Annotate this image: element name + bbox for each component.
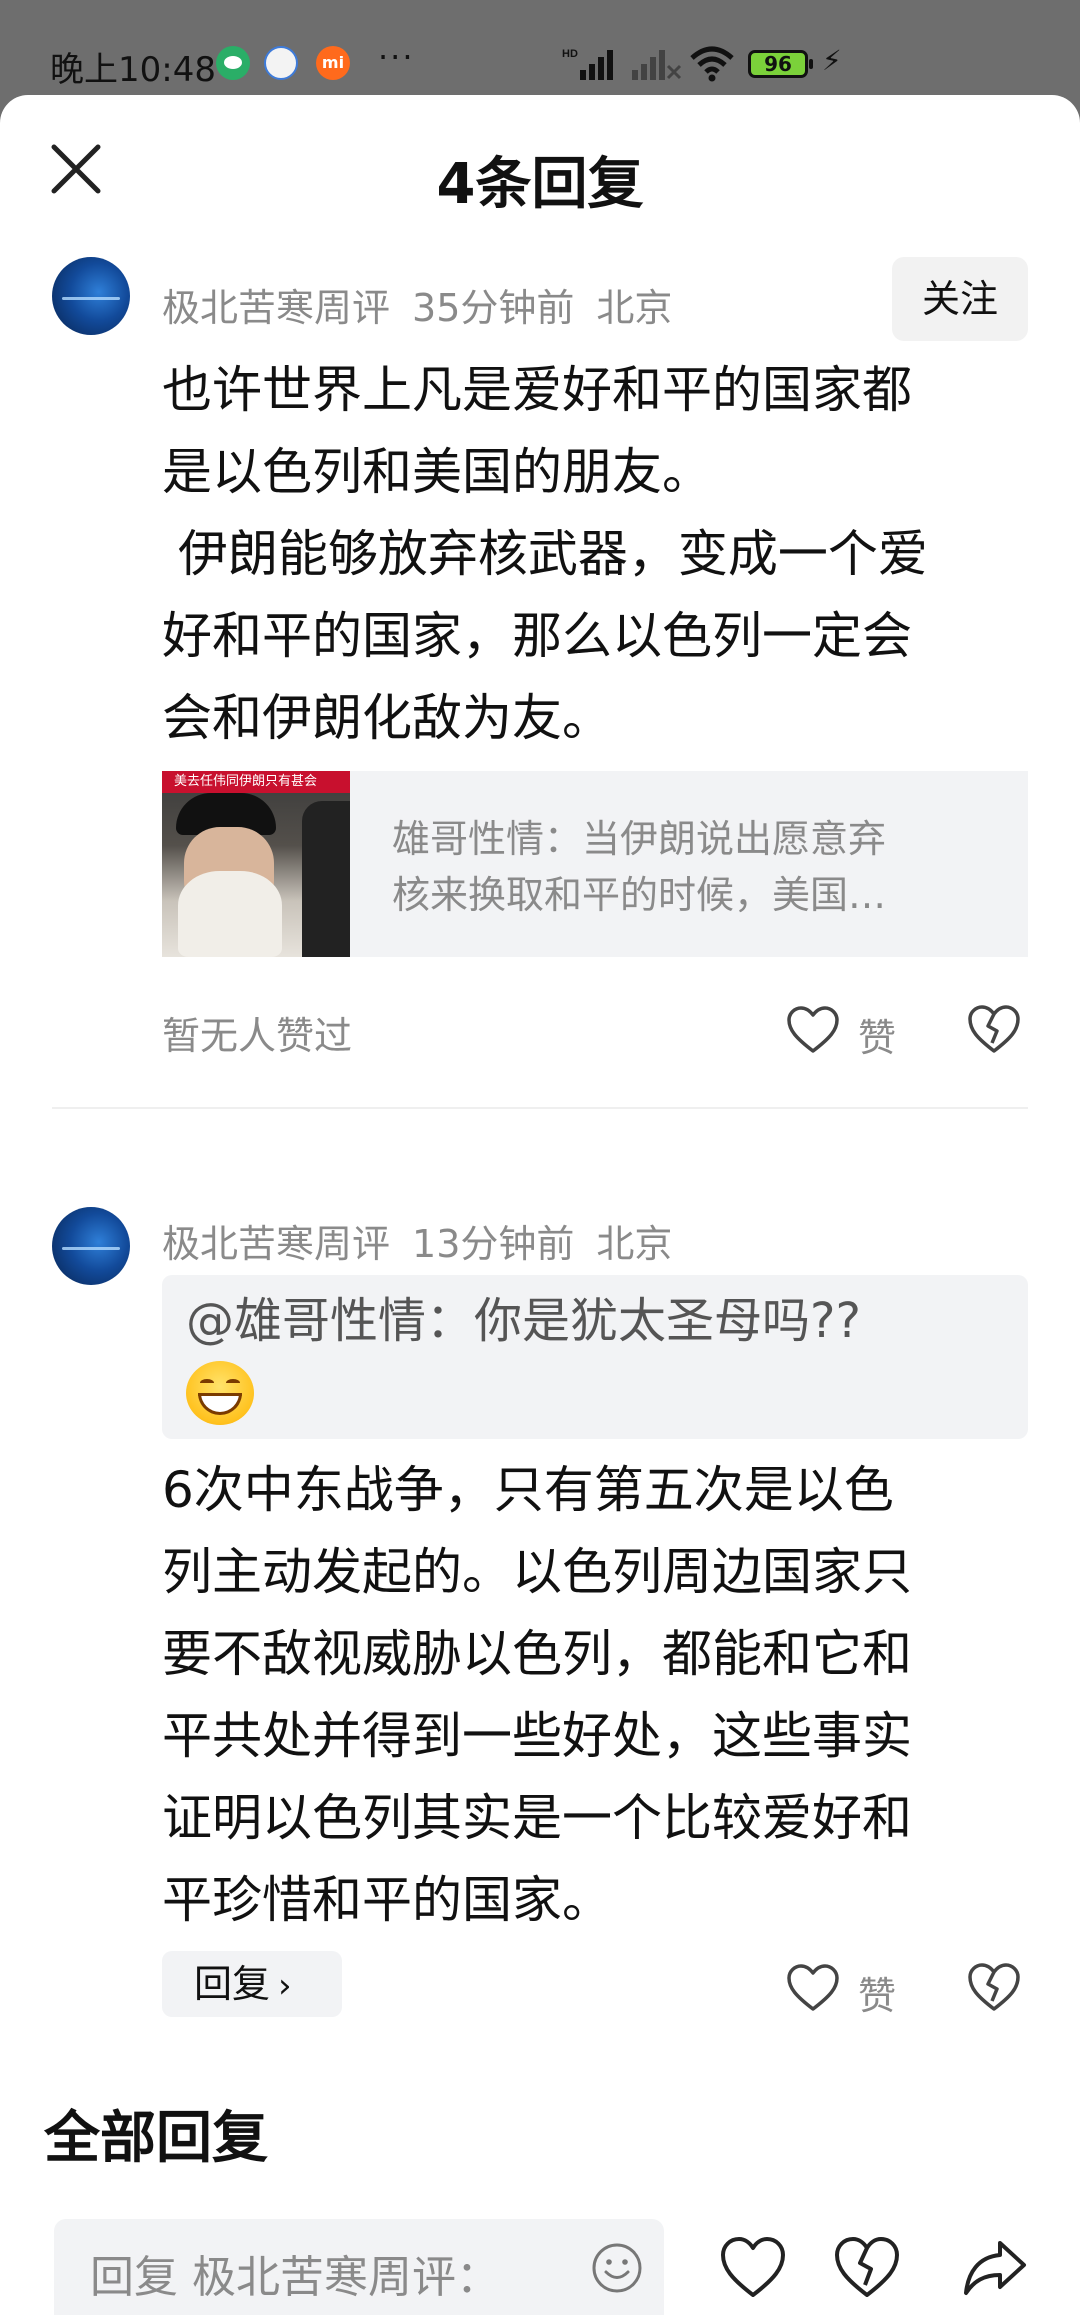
reply-button[interactable]: 回复 › (162, 1951, 342, 2017)
like-label: 赞 (858, 1016, 897, 1060)
replies-sheet: 4条回复 极北苦寒周评 35分钟前 北京 关注 也许世界上凡是爱好和平的国家都 是以… (0, 95, 1080, 2320)
broken-heart-icon[interactable] (966, 1959, 1022, 2015)
all-replies-heading: 全部回复 (44, 2106, 268, 2171)
chevron-right-icon: › (278, 1966, 292, 2006)
comment-time: 35分钟前 (412, 286, 575, 330)
quoted-reply-text: @雄哥性情：你是犹太圣母吗?? (186, 1293, 861, 1349)
author-name[interactable]: 极北苦寒周评 (162, 286, 390, 330)
comment-meta: 极北苦寒周评 35分钟前 北京 (162, 277, 694, 332)
thumbnail-banner: 美去任伟同伊朗只有甚会 (162, 771, 350, 793)
quoted-reply[interactable]: @雄哥性情：你是犹太圣母吗?? (162, 1275, 1028, 1439)
wifi-icon (690, 46, 734, 82)
comment-text: 6次中东战争，只有第五次是以色 列主动发起的。以色列周边国家只 要不敌视威胁以色… (162, 1461, 912, 1929)
like-label: 赞 (858, 1974, 897, 2018)
linked-post-text: 雄哥性情：当伊朗说出愿意弃 核来换取和平的时候，美国… (392, 811, 992, 923)
svg-text:HD: HD (562, 48, 578, 60)
heart-icon (787, 1006, 839, 1053)
hd-signal-icon: HD (562, 48, 613, 80)
broken-heart-icon[interactable] (966, 1001, 1022, 1057)
baidu-icon (264, 46, 298, 80)
comment-location: 北京 (596, 286, 673, 330)
avatar[interactable] (52, 1207, 130, 1285)
more-notifications-indicator: ··· (378, 38, 415, 76)
divider (52, 1107, 1028, 1109)
comment-text: 也许世界上凡是爱好和平的国家都 是以色列和美国的朋友。 伊朗能够放弃核武器，变成… (162, 361, 928, 747)
avatar[interactable] (52, 257, 130, 335)
reply-input-placeholder: 回复 极北苦寒周评： (90, 2252, 500, 2303)
reply-label: 回复 (194, 1962, 271, 2006)
linked-post-card[interactable]: 美去任伟同伊朗只有甚会 雄哥性情：当伊朗说出愿意弃 核来换取和平的时候，美国… (162, 771, 1028, 957)
author-name[interactable]: 极北苦寒周评 (162, 1222, 390, 1266)
linked-post-thumbnail: 美去任伟同伊朗只有甚会 (162, 771, 350, 957)
heart-icon[interactable] (718, 2233, 788, 2303)
status-bar: 晚上10:48 mi ··· HD 96 ⚡ (0, 0, 1080, 95)
like-button[interactable]: 赞 (786, 999, 906, 1060)
grinning-emoji-icon (186, 1361, 254, 1425)
emoji-icon[interactable] (590, 2241, 644, 2295)
heart-icon (787, 1964, 839, 2011)
signal-icon (632, 50, 682, 80)
reply-input[interactable]: 回复 极北苦寒周评： (54, 2219, 664, 2315)
like-button[interactable]: 赞 (786, 1957, 906, 2018)
sheet-title: 4条回复 (436, 152, 644, 217)
linked-post-line-2: 核来换取和平的时候，美国… (392, 873, 887, 917)
linked-post-line-1: 雄哥性情：当伊朗说出愿意弃 (392, 817, 887, 861)
comment-time: 13分钟前 (412, 1222, 575, 1266)
no-likes-text: 暂无人赞过 (162, 1014, 353, 1058)
comment-meta: 极北苦寒周评 13分钟前 北京 (162, 1213, 694, 1268)
status-time: 晚上10:48 (50, 50, 216, 90)
broken-heart-icon[interactable] (832, 2233, 902, 2303)
charging-icon: ⚡ (822, 44, 842, 77)
wechat-icon (216, 46, 250, 80)
battery-icon: 96 (748, 50, 813, 78)
mi-icon: mi (316, 46, 350, 80)
share-icon[interactable] (960, 2233, 1030, 2303)
follow-button[interactable]: 关注 (892, 257, 1028, 341)
comment-location: 北京 (596, 1222, 673, 1266)
